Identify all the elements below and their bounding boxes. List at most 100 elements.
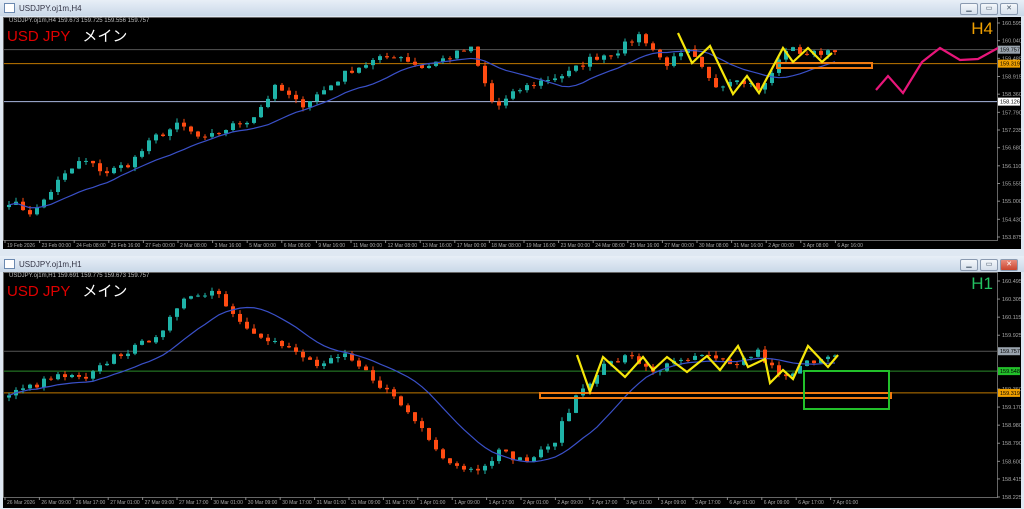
candle-body: [476, 46, 480, 66]
candle-body: [322, 90, 326, 95]
candle-body: [420, 421, 424, 429]
candle-body: [539, 449, 543, 458]
candle-body: [266, 98, 270, 108]
time-tick-label: 7 Apr 01:00: [833, 500, 859, 506]
price-tick-label: 160.495: [1002, 279, 1021, 285]
time-tick-label: 27 Mar 09:00: [145, 500, 175, 506]
candle-body: [252, 328, 256, 334]
time-tick-label: 2 Apr 01:00: [523, 500, 549, 506]
candle-body: [259, 107, 263, 118]
candle-body: [238, 123, 242, 125]
candle-body: [441, 449, 445, 459]
candle-body: [630, 355, 634, 357]
price-tick-label: 160.595: [1002, 21, 1021, 27]
candle-body: [357, 360, 361, 367]
time-tick-label: 30 Mar 08:00: [699, 243, 729, 249]
time-tick-label: 26 Mar 2026: [7, 500, 35, 506]
target-zone-rectangle: [803, 370, 890, 410]
plot-frame: [3, 272, 998, 498]
candle-body: [91, 371, 95, 379]
candle-body: [588, 56, 592, 67]
time-tick-label: 3 Apr 17:00: [695, 500, 721, 506]
candle-body: [301, 99, 305, 108]
price-tag-label: 159.319: [1000, 62, 1020, 68]
candle-body: [56, 374, 60, 380]
time-tick-label: 6 Mar 08:00: [284, 243, 311, 249]
candle-body: [476, 468, 480, 471]
price-tick-label: 155.555: [1002, 182, 1021, 188]
h4-chart-window: USDJPY.oj1m,H4 ▁ ▭ ✕ 160.595 160.040 159.4…: [0, 0, 1024, 252]
candle-body: [371, 59, 375, 66]
candle-body: [210, 290, 214, 296]
candle-body: [448, 58, 452, 60]
time-tick-label: 2 Mar 08:00: [180, 243, 207, 249]
candle-body: [679, 52, 683, 57]
candle-body: [595, 56, 599, 60]
h4-chart-area[interactable]: 160.595 160.040 159.485 158.915 158.360 157.7…: [3, 17, 1021, 249]
time-tick-label: 3 Apr 01:00: [626, 500, 652, 506]
symbol-name: USD JPY: [7, 283, 71, 300]
restore-button[interactable]: ▭: [980, 259, 998, 271]
candle-body: [700, 56, 704, 67]
time-tick-label: 31 Mar 17:00: [385, 500, 415, 506]
candle-body: [567, 412, 571, 422]
candle-body: [161, 330, 165, 338]
time-tick-label: 3 Mar 16:00: [215, 243, 242, 249]
candle-body: [490, 83, 494, 102]
candle-body: [357, 67, 361, 73]
candle-body: [364, 366, 368, 371]
candle-body: [287, 346, 291, 348]
candle-body: [749, 356, 753, 358]
candle-body: [21, 388, 25, 390]
candle-body: [182, 122, 186, 127]
h1-window-titlebar[interactable]: USDJPY.oj1m,H1: [0, 256, 1024, 272]
price-tick-label: 158.600: [1002, 459, 1021, 465]
candle-body: [504, 98, 508, 106]
candle-body: [637, 34, 641, 43]
candle-body: [77, 375, 81, 377]
candle-body: [315, 359, 319, 367]
price-tick-label: 154.430: [1002, 217, 1021, 223]
price-tag-label: 159.757: [1000, 349, 1020, 355]
candle-body: [98, 365, 102, 372]
time-tick-label: 3 Apr 09:00: [661, 500, 687, 506]
candle-body: [700, 354, 704, 356]
time-tick-label: 6 Apr 09:00: [764, 500, 790, 506]
price-tick-label: 157.235: [1002, 128, 1021, 134]
h1-chart-area[interactable]: 160.495160.305160.115159.925159.360159.1…: [3, 272, 1021, 508]
candle-body: [133, 344, 137, 354]
minimize-button[interactable]: ▁: [960, 259, 978, 271]
time-tick-label: 17 Mar 00:00: [457, 243, 487, 249]
price-tag-label: 159.757: [1000, 48, 1020, 54]
candle-body: [168, 316, 172, 331]
candle-body: [126, 165, 130, 168]
time-tick-label: 19 Mar 16:00: [526, 243, 556, 249]
chart-label: メイン: [82, 28, 128, 45]
time-tick-label: 24 Mar 08:00: [595, 243, 625, 249]
candle-body: [336, 81, 340, 86]
candle-body: [560, 421, 564, 443]
h4-window-titlebar[interactable]: USDJPY.oj1m,H4: [0, 0, 1024, 16]
time-tick-label: 30 Mar 17:00: [282, 500, 312, 506]
candle-body: [336, 357, 340, 359]
minimize-button[interactable]: ▁: [960, 3, 978, 15]
candle-body: [140, 151, 144, 157]
candle-body: [553, 442, 557, 447]
candle-body: [427, 428, 431, 440]
chart-symbol-label: USD JPY メイン: [7, 280, 127, 301]
candle-body: [231, 123, 235, 131]
time-tick-label: 25 Mar 16:00: [630, 243, 660, 249]
candle-body: [182, 298, 186, 309]
candle-body: [735, 364, 739, 366]
candle-body: [616, 53, 620, 56]
projection-line: [875, 46, 999, 95]
close-button[interactable]: ✕: [1000, 3, 1018, 15]
candle-body: [392, 389, 396, 397]
close-button[interactable]: ✕: [1000, 259, 1018, 271]
candle-body: [301, 351, 305, 358]
restore-button[interactable]: ▭: [980, 3, 998, 15]
candle-body: [805, 360, 809, 366]
candle-body: [196, 295, 200, 297]
candle-body: [224, 130, 228, 134]
candle-body: [63, 374, 67, 378]
